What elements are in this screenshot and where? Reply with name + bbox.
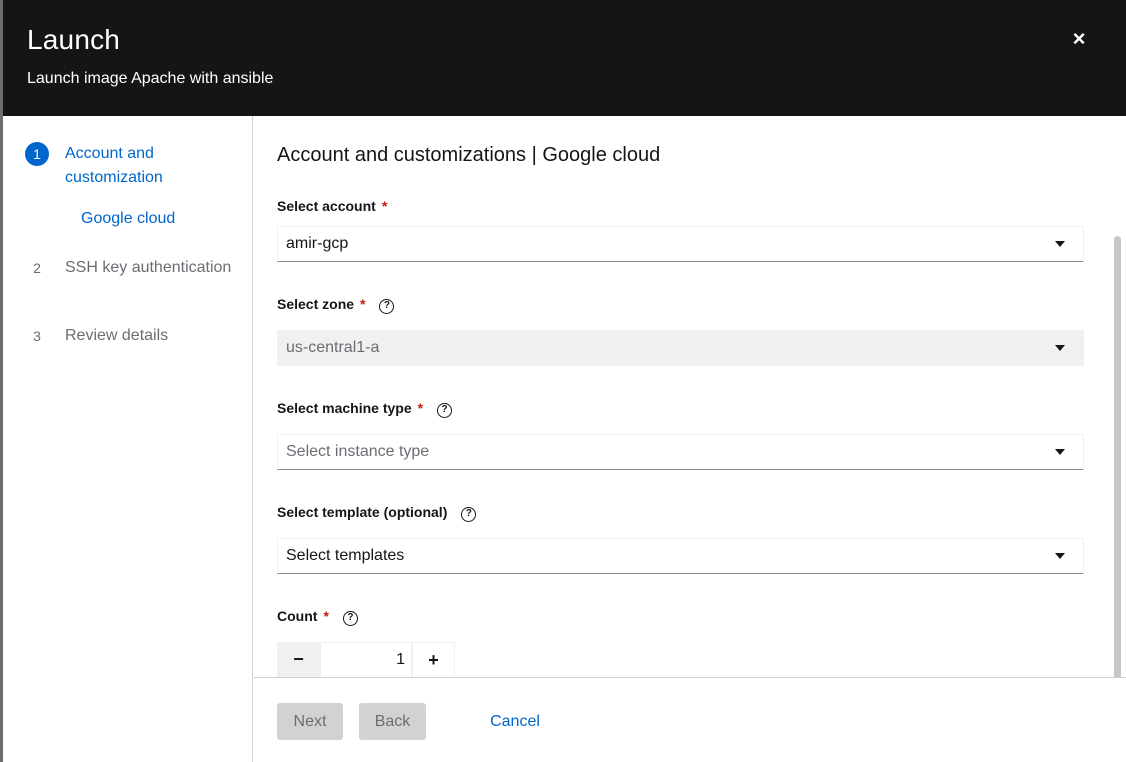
machine-type-label: Select machine type *? <box>277 400 453 418</box>
caret-down-icon <box>1055 449 1065 455</box>
required-marker: * <box>417 400 424 416</box>
required-marker: * <box>360 296 366 312</box>
help-icon[interactable]: ? <box>379 299 395 314</box>
scrollbar[interactable] <box>1114 236 1121 677</box>
step-number-badge: 1 <box>25 142 49 166</box>
zone-label: Select zone *? <box>277 296 395 314</box>
caret-down-icon <box>1055 553 1065 559</box>
plus-icon[interactable]: + <box>412 642 455 677</box>
count-input[interactable]: 1 <box>320 642 412 677</box>
step-number: 3 <box>33 328 41 344</box>
caret-down-icon <box>1055 241 1065 247</box>
wizard-nav: 1 Account and customization Google cloud… <box>3 116 253 762</box>
launch-modal: Launch Launch image Apache with ansible … <box>3 0 1126 762</box>
count-label: Count *? <box>277 608 358 626</box>
modal-title: Launch <box>27 24 121 55</box>
account-select[interactable]: amir-gcp <box>277 226 1084 262</box>
caret-down-icon <box>1055 345 1065 351</box>
nav-step-label: SSH key authentication <box>65 259 232 276</box>
machine-type-select[interactable]: Select instance type <box>277 434 1084 470</box>
close-icon[interactable]: × <box>1066 26 1092 52</box>
next-button[interactable]: Next <box>277 703 343 740</box>
section-title: Account and customizations | Google clou… <box>277 144 661 166</box>
nav-step-label: Review details <box>65 327 169 344</box>
step-number: 2 <box>33 260 41 276</box>
modal-header: Launch Launch image Apache with ansible … <box>3 0 1126 116</box>
required-marker: * <box>381 198 388 214</box>
cancel-button[interactable]: Cancel <box>490 703 540 740</box>
zone-select-value: us-central1-a <box>286 339 380 356</box>
nav-substep-google-cloud[interactable]: Google cloud <box>81 210 175 228</box>
template-label: Select template (optional)? <box>277 504 477 522</box>
zone-select: us-central1-a <box>277 330 1084 366</box>
account-select-value: amir-gcp <box>286 235 349 252</box>
help-icon[interactable]: ? <box>342 611 358 626</box>
required-marker: * <box>323 608 329 624</box>
wizard-footer: Next Back Cancel <box>254 677 1126 762</box>
template-select-value: Select templates <box>286 547 405 564</box>
template-select[interactable]: Select templates <box>277 538 1084 574</box>
help-icon[interactable]: ? <box>437 403 453 418</box>
wizard-body: Account and customizations | Google clou… <box>254 116 1126 677</box>
minus-icon[interactable]: − <box>277 642 320 677</box>
nav-step-label: Account and customization <box>65 145 163 186</box>
account-label: Select account * <box>277 198 388 214</box>
help-icon[interactable]: ? <box>461 507 477 522</box>
machine-type-placeholder: Select instance type <box>286 443 430 460</box>
back-button[interactable]: Back <box>359 703 426 740</box>
modal-subtitle: Launch image Apache with ansible <box>27 70 274 87</box>
